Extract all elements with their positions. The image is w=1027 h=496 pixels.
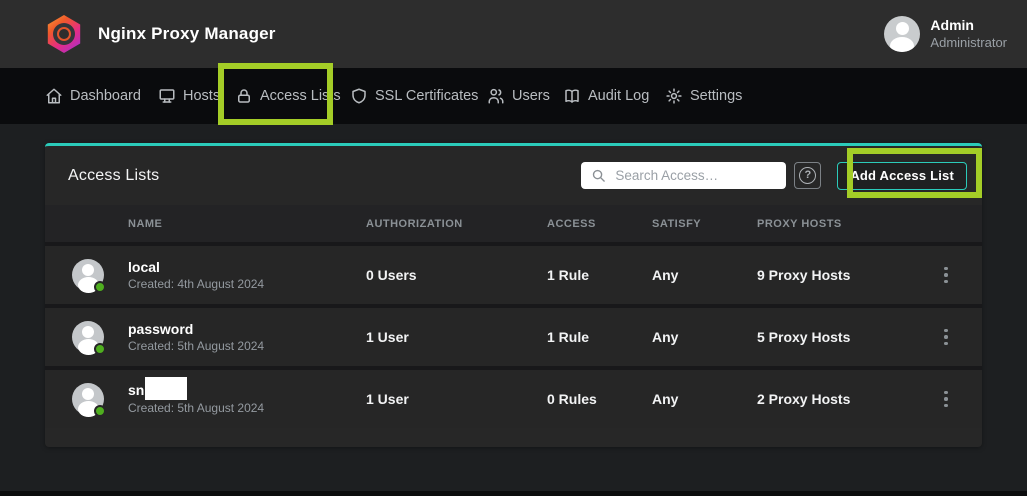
panel-header: Access Lists ? Add Access List [45,146,982,205]
nav-item-settings[interactable]: Settings [665,68,742,124]
access-list-name: local [128,258,264,276]
row-menu-kebab-icon[interactable] [934,260,958,290]
nav-item-users[interactable]: Users [487,68,550,124]
authorization-value: 1 User [366,391,547,407]
satisfy-value: Any [652,267,757,283]
nav-item-access-lists[interactable]: Access Lists [235,68,341,124]
page-title: Access Lists [68,167,159,185]
authorization-value: 0 Users [366,267,547,283]
users-icon [487,87,505,105]
panel-actions: ? Add Access List [581,162,967,190]
app-title: Nginx Proxy Manager [98,24,276,44]
app-header: Nginx Proxy Manager Admin Administrator [0,0,1027,68]
help-button[interactable]: ? [794,162,821,189]
book-icon [563,87,581,105]
user-role: Administrator [930,35,1007,51]
name-cell: local Created: 4th August 2024 [45,258,366,293]
monitor-icon [158,87,176,105]
help-icon: ? [799,167,816,184]
user-name: Admin [930,17,1007,35]
search-box [581,162,786,189]
access-list-name: password [128,320,264,338]
created-date: Created: 5th August 2024 [128,339,264,355]
nav-item-label: Audit Log [588,88,649,104]
user-menu[interactable]: Admin Administrator [884,16,1007,52]
table-row[interactable]: password Created: 5th August 2024 1 User… [45,304,982,366]
search-icon [591,168,606,183]
access-lists-panel: Access Lists ? Add Access List NAME AUTH… [45,143,982,447]
status-online-dot [94,343,106,355]
main-nav: Dashboard Hosts Access Lists SSL Certifi… [0,68,1027,124]
name-cell: password Created: 5th August 2024 [45,320,366,355]
row-menu-kebab-icon[interactable] [934,322,958,352]
proxy-hosts-value: 2 Proxy Hosts [757,391,934,407]
lock-icon [235,87,253,105]
column-header-authorization: AUTHORIZATION [366,218,547,230]
access-value: 0 Rules [547,391,652,407]
access-list-name: sn [128,381,264,400]
nav-item-hosts[interactable]: Hosts [158,68,220,124]
window-bottom-edge [0,491,1027,496]
name-cell: sn Created: 5th August 2024 [45,381,366,416]
nav-item-label: SSL Certificates [375,88,478,104]
column-header-proxy-hosts: PROXY HOSTS [757,218,934,230]
name-block: sn Created: 5th August 2024 [128,381,264,416]
authorization-value: 1 User [366,329,547,345]
table-row[interactable]: local Created: 4th August 2024 0 Users 1… [45,242,982,304]
column-header-satisfy: SATISFY [652,218,757,230]
access-list-avatar [72,259,104,291]
access-list-avatar [72,383,104,415]
name-block: local Created: 4th August 2024 [128,258,264,293]
row-menu-kebab-icon[interactable] [934,384,958,414]
nav-item-label: Hosts [183,88,220,104]
satisfy-value: Any [652,329,757,345]
nav-item-label: Dashboard [70,88,141,104]
redaction-box [145,377,187,400]
nav-item-label: Settings [690,88,742,104]
nav-item-audit-log[interactable]: Audit Log [563,68,649,124]
proxy-hosts-value: 5 Proxy Hosts [757,329,934,345]
home-icon [45,87,63,105]
access-list-avatar [72,321,104,353]
gear-icon [665,87,683,105]
created-date: Created: 5th August 2024 [128,401,264,417]
nav-item-dashboard[interactable]: Dashboard [45,68,141,124]
user-avatar[interactable] [884,16,920,52]
app-window: Nginx Proxy Manager Admin Administrator … [0,0,1027,496]
satisfy-value: Any [652,391,757,407]
created-date: Created: 4th August 2024 [128,277,264,293]
status-online-dot [94,405,106,417]
access-value: 1 Rule [547,267,652,283]
search-input[interactable] [581,162,786,189]
column-header-access: ACCESS [547,218,652,230]
column-header-name: NAME [45,218,366,230]
name-block: password Created: 5th August 2024 [128,320,264,355]
access-value: 1 Rule [547,329,652,345]
table-header: NAME AUTHORIZATION ACCESS SATISFY PROXY … [45,205,982,242]
status-online-dot [94,281,106,293]
shield-icon [350,87,368,105]
nav-item-ssl-certificates[interactable]: SSL Certificates [350,68,478,124]
nav-item-label: Access Lists [260,88,341,104]
table-row[interactable]: sn Created: 5th August 2024 1 User 0 Rul… [45,366,982,428]
nginx-proxy-manager-logo-icon [46,15,82,53]
nav-item-label: Users [512,88,550,104]
proxy-hosts-value: 9 Proxy Hosts [757,267,934,283]
user-info: Admin Administrator [930,17,1007,51]
add-access-list-button[interactable]: Add Access List [837,162,967,190]
